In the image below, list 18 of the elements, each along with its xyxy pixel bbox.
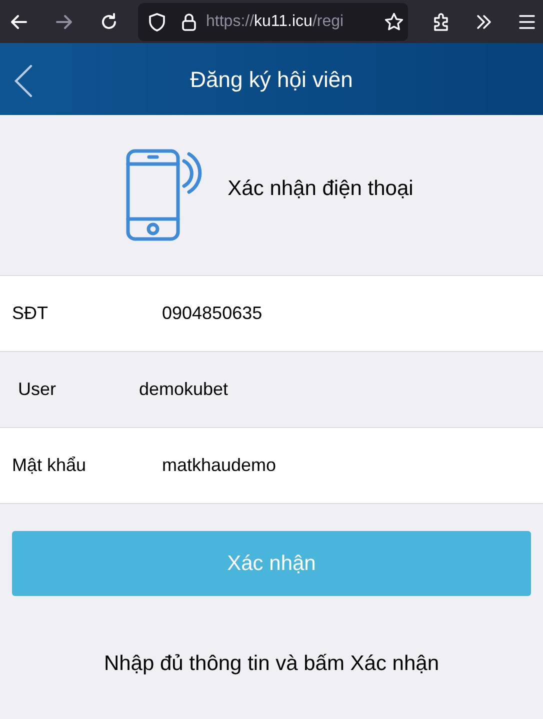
url-text: https://ku11.icu/regi (206, 12, 344, 32)
page-title: Đăng ký hội viên (190, 66, 353, 94)
field-label: SĐT (11, 302, 49, 325)
field-value[interactable]: matkhaudemo (162, 452, 276, 479)
shield-icon[interactable] (148, 12, 166, 32)
field-value[interactable]: 0904850635 (162, 300, 262, 327)
reload-icon[interactable] (99, 12, 119, 32)
field-label: Mật khẩu (11, 454, 88, 477)
instruction-text: Nhập đủ thông tin và bấm Xác nhận (102, 651, 440, 677)
address-bar[interactable]: https://ku11.icu/regi (138, 2, 408, 40)
section-title: Xác nhận điện thoại (228, 176, 414, 202)
field-value[interactable]: demokubet (139, 376, 228, 403)
field-label: User (17, 378, 58, 401)
star-icon[interactable] (384, 12, 404, 32)
back-chevron-icon[interactable] (13, 64, 33, 98)
lock-icon (181, 12, 197, 32)
phone-signal-icon (126, 149, 202, 241)
menu-icon[interactable] (518, 12, 536, 30)
